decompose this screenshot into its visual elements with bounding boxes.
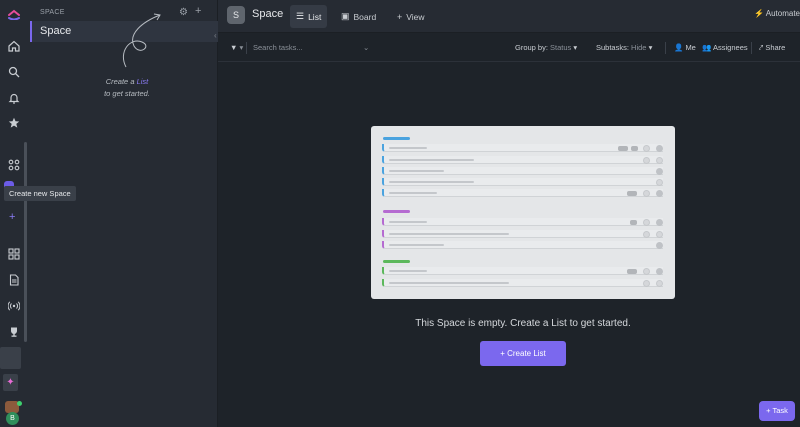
bell-icon[interactable] — [6, 90, 22, 106]
group-by-label: Group by: — [515, 43, 548, 52]
search-input[interactable]: Search tasks... ⌄ — [253, 43, 373, 52]
board-icon: ▣ — [341, 11, 350, 21]
collapse-sidebar-icon[interactable]: ‹ — [214, 31, 217, 40]
search-placeholder: Search tasks... — [253, 43, 303, 52]
illustration-row — [382, 279, 663, 287]
group-by-dropdown[interactable]: Group by: Status ▾ — [515, 43, 577, 52]
add-icon[interactable]: + — [195, 5, 201, 17]
create-space-tooltip: Create new Space — [4, 186, 76, 201]
app-window: Create new Space + ✦ B SPACE ⚙ + Space ‹ — [0, 0, 800, 427]
hint-arrow-icon — [122, 13, 161, 68]
chevron-down-icon: ▾ — [237, 43, 244, 52]
create-list-hint: Create a List to get started. — [92, 76, 162, 100]
tab-label: List — [308, 11, 322, 22]
illustration-row — [382, 178, 663, 186]
empty-state-illustration — [371, 126, 675, 299]
spaces-icon[interactable] — [6, 157, 22, 173]
tab-list[interactable]: ☰ List — [290, 5, 328, 28]
tab-label: Board — [353, 11, 377, 22]
sidebar: SPACE ⚙ + Space ‹ Create a List to get s… — [30, 0, 218, 427]
page-title[interactable]: Space — [252, 8, 283, 20]
automate-icon: ⚡ — [754, 9, 764, 18]
create-list-button[interactable]: + Create List — [480, 341, 566, 366]
clickup-logo-icon[interactable] — [6, 5, 22, 21]
hint-prefix: Create a — [105, 77, 135, 86]
share-label: Share — [765, 43, 786, 52]
pulse-icon[interactable] — [6, 298, 22, 314]
illustration-row — [382, 156, 663, 164]
subtasks-dropdown[interactable]: Subtasks: Hide ▾ — [596, 43, 652, 52]
share-icon: ⤤ — [759, 43, 764, 52]
chevron-down-icon: ⌄ — [363, 43, 370, 52]
user-avatar[interactable]: B — [4, 401, 22, 425]
empty-state-message: This Space is empty. Create a List to ge… — [415, 318, 631, 329]
share-button[interactable]: ⤤ Share — [759, 43, 785, 53]
illustration-row — [382, 144, 663, 152]
task-label: Task — [772, 406, 788, 415]
home-icon[interactable] — [6, 38, 22, 54]
illustration-row — [382, 189, 663, 197]
person-icon: 👤 — [674, 43, 684, 52]
assignees-label: Assignees — [713, 43, 748, 52]
automate-button[interactable]: ⚡ Automate — [754, 9, 800, 18]
illustration-group-bar — [383, 137, 410, 140]
filter-button[interactable]: ▼ ▾ — [230, 43, 243, 52]
illustration-row — [382, 267, 663, 275]
illustration-row — [382, 241, 663, 249]
goals-trophy-icon[interactable] — [6, 324, 22, 340]
caret-down-icon: ▾ — [648, 43, 653, 52]
space-badge[interactable]: S — [227, 6, 245, 24]
illustration-group-bar — [383, 260, 410, 263]
illustration-group-bar — [383, 210, 410, 213]
caret-down-icon: ▾ — [573, 43, 578, 52]
group-by-value: Status — [550, 43, 572, 52]
header-bar: S Space ☰ List ▣ Board + View ⚡ Automate — [218, 0, 800, 33]
me-filter-button[interactable]: 👤 Me — [674, 43, 696, 52]
subtasks-value: Hide — [631, 43, 647, 52]
sidebar-section-label: SPACE — [40, 9, 65, 16]
plus-icon: + — [766, 406, 771, 415]
docs-icon[interactable] — [6, 272, 22, 288]
settings-gear-icon[interactable]: ⚙ — [179, 7, 188, 18]
add-view-button[interactable]: + View — [391, 5, 431, 28]
filter-bar: ▼ ▾ Search tasks... ⌄ Group by: Status ▾… — [218, 34, 800, 62]
left-rail: Create new Space + ✦ B — [0, 0, 76, 427]
automate-label: Automate — [765, 9, 800, 18]
search-icon[interactable] — [6, 64, 22, 80]
subtasks-label: Subtasks: — [596, 43, 629, 52]
people-icon: 👥 — [702, 43, 712, 52]
tab-board[interactable]: ▣ Board — [335, 5, 382, 28]
plus-icon: + — [397, 11, 403, 22]
rail-placeholder-tile[interactable] — [0, 347, 21, 369]
hint-list-link[interactable]: List — [137, 77, 149, 86]
sidebar-item-label: Space — [40, 25, 72, 37]
illustration-row — [382, 167, 663, 175]
ai-sparkle-icon[interactable]: ✦ — [3, 374, 18, 391]
online-status-dot — [17, 401, 22, 406]
add-view-label: View — [406, 11, 425, 22]
illustration-row — [382, 218, 663, 226]
illustration-row — [382, 230, 663, 238]
rail-scrollbar[interactable] — [24, 142, 27, 342]
divider — [751, 42, 752, 54]
me-label: Me — [685, 43, 696, 52]
divider — [665, 42, 666, 54]
star-icon[interactable] — [6, 115, 22, 131]
dashboards-icon[interactable] — [6, 246, 22, 262]
list-icon: ☰ — [296, 11, 305, 21]
assignees-button[interactable]: 👥 Assignees — [702, 43, 748, 52]
avatar-initial: B — [6, 412, 19, 425]
hint-suffix: to get started. — [104, 89, 150, 98]
create-space-button[interactable]: + — [9, 211, 15, 223]
divider — [246, 42, 247, 54]
new-task-button[interactable]: + Task — [759, 401, 795, 421]
